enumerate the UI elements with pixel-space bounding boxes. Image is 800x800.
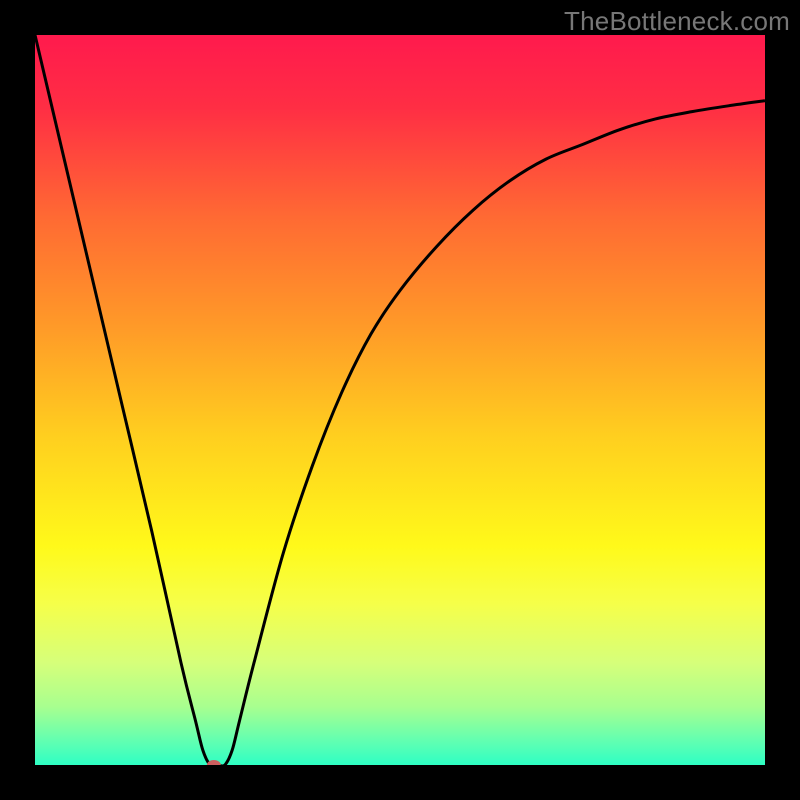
watermark-label: TheBottleneck.com: [564, 6, 790, 37]
chart-plot: [35, 35, 765, 765]
chart-background: [35, 35, 765, 765]
chart-frame: TheBottleneck.com: [0, 0, 800, 800]
